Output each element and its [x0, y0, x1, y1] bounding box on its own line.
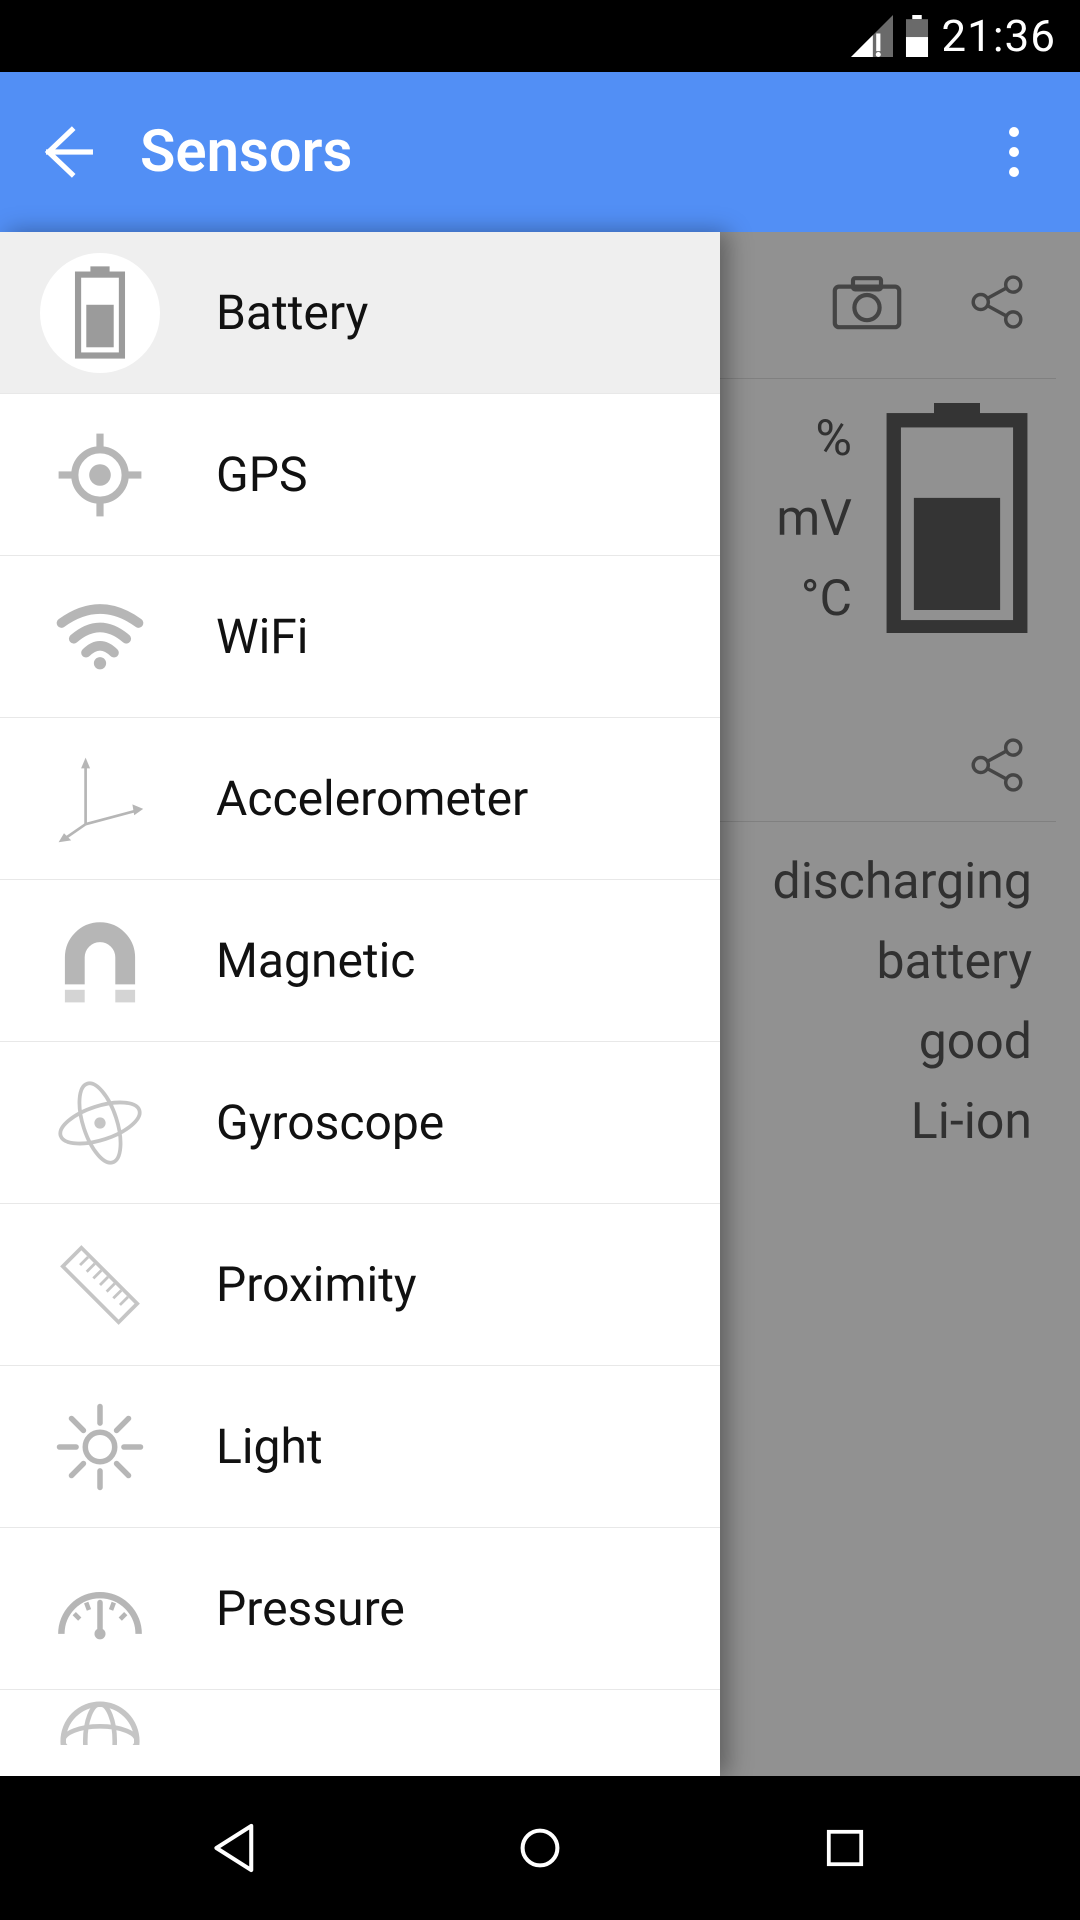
light-icon [40, 1387, 160, 1507]
drawer-item-wifi[interactable]: WiFi [0, 556, 720, 718]
accelerometer-icon [40, 739, 160, 859]
drawer-item-label: GPS [216, 446, 307, 503]
cell-signal-icon [851, 15, 893, 57]
drawer-item-pressure[interactable]: Pressure [0, 1528, 720, 1690]
drawer-item-label: Battery [216, 284, 368, 341]
drawer-item-label: Magnetic [216, 932, 415, 989]
gyroscope-icon [40, 1063, 160, 1183]
pressure-gauge-icon [40, 1549, 160, 1669]
drawer-item-label: Pressure [216, 1580, 405, 1637]
battery-icon [40, 253, 160, 373]
globe-icon [40, 1695, 160, 1745]
back-button[interactable] [30, 116, 102, 188]
status-battery-icon [903, 15, 931, 57]
drawer-item-label: Accelerometer [216, 770, 528, 827]
magnet-icon [40, 901, 160, 1021]
drawer-item-label: Light [216, 1418, 323, 1475]
drawer-item-accelerometer[interactable]: Accelerometer [0, 718, 720, 880]
drawer-item-light[interactable]: Light [0, 1366, 720, 1528]
status-bar: 21:36 [0, 0, 1080, 72]
nav-back-button[interactable] [165, 1808, 305, 1888]
app-bar: Sensors [0, 72, 1080, 232]
drawer-item-label: Proximity [216, 1256, 417, 1313]
nav-home-button[interactable] [470, 1808, 610, 1888]
ruler-icon [40, 1225, 160, 1345]
drawer-item-magnetic[interactable]: Magnetic [0, 880, 720, 1042]
status-clock: 21:36 [941, 10, 1056, 62]
drawer-item-battery[interactable]: Battery [0, 232, 720, 394]
wifi-icon [40, 577, 160, 697]
drawer-item-label: Gyroscope [216, 1094, 444, 1151]
page-title: Sensors [140, 118, 352, 186]
drawer-item-partial[interactable] [0, 1690, 720, 1750]
overflow-menu-button[interactable] [978, 116, 1050, 188]
drawer-item-gps[interactable]: GPS [0, 394, 720, 556]
system-nav-bar [0, 1776, 1080, 1920]
nav-recents-button[interactable] [775, 1808, 915, 1888]
navigation-drawer: Battery GPS WiFi [0, 232, 720, 1776]
drawer-item-gyroscope[interactable]: Gyroscope [0, 1042, 720, 1204]
drawer-item-proximity[interactable]: Proximity [0, 1204, 720, 1366]
drawer-item-label: WiFi [216, 608, 308, 665]
gps-icon [40, 415, 160, 535]
